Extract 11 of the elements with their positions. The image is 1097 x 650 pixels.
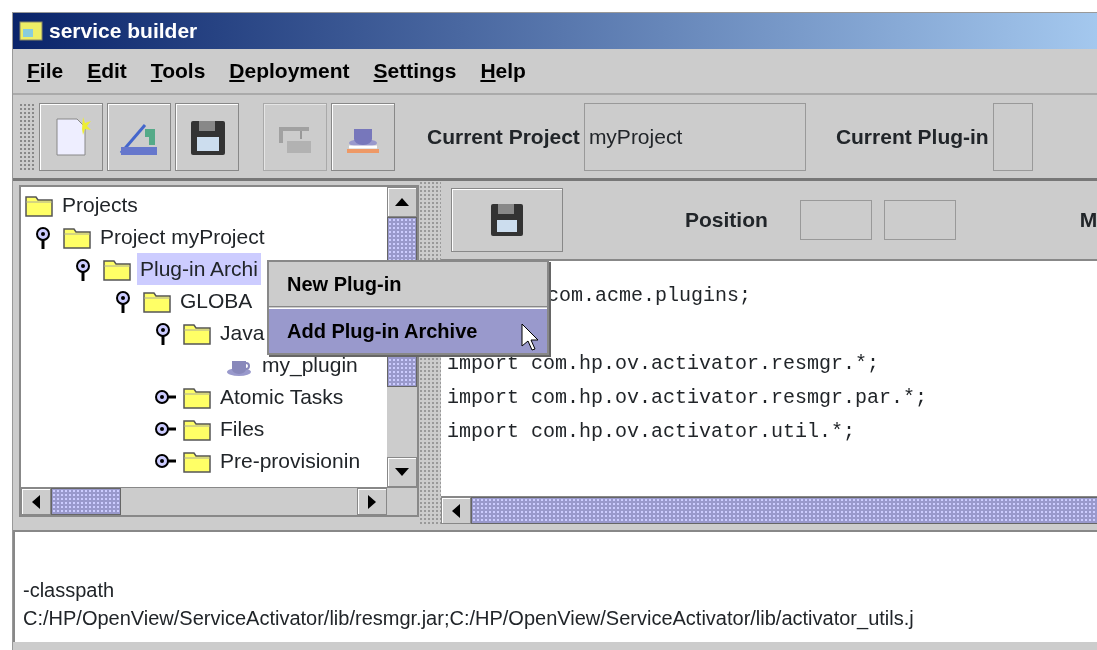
- current-plugin-label: Current Plug-in: [835, 123, 989, 150]
- code-line: com.acme.plugins;: [546, 283, 753, 309]
- log-line: -classpath: [23, 578, 116, 603]
- log-line: C:/HP/OpenView/ServiceActivator/lib/resmgr.jar;C:/HP/OpenView/ServiceActivator/lib/activator_utils.j: [23, 606, 915, 632]
- code-line: import com.hp.ov.activator.resmgr.par.*;: [447, 385, 929, 411]
- code-line: import com.hp.ov.activator.util.*;: [447, 419, 857, 445]
- position-label: Position: [685, 207, 768, 234]
- current-project-label: Current Project: [427, 123, 580, 150]
- code-line: import com.hp.ov.activator.resmgr.*;: [447, 351, 881, 377]
- window-title: service builder: [49, 18, 198, 45]
- cut-label: M: [1079, 207, 1097, 234]
